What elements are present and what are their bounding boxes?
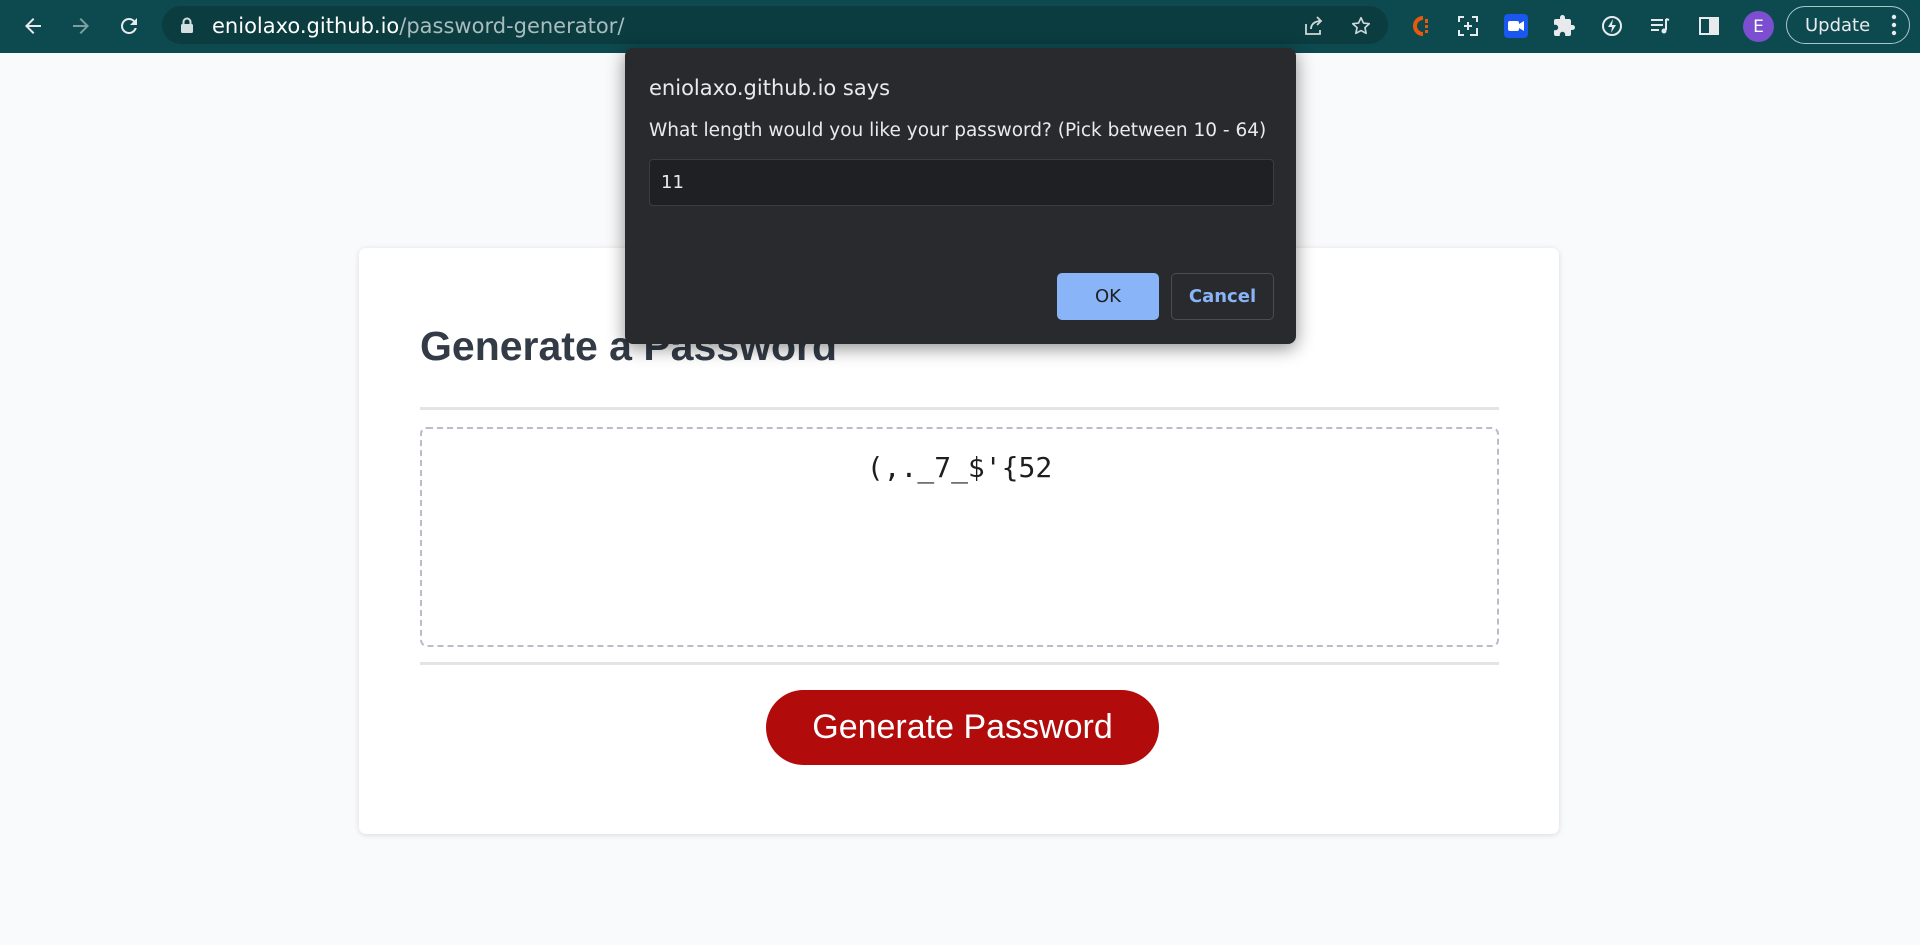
back-icon[interactable]: [16, 9, 50, 43]
video-icon[interactable]: [1501, 11, 1531, 41]
media-icon[interactable]: [1645, 11, 1675, 41]
ok-button[interactable]: OK: [1057, 273, 1159, 320]
password-output[interactable]: (,._7_$'{52: [420, 427, 1499, 647]
profile-avatar[interactable]: E: [1743, 11, 1774, 42]
password-text: (,._7_$'{52: [866, 451, 1053, 484]
lock-icon[interactable]: [180, 17, 194, 38]
url-host: eniolaxo.github.io: [212, 14, 400, 38]
reload-icon[interactable]: [112, 9, 146, 43]
star-icon[interactable]: [1349, 14, 1373, 38]
address-bar[interactable]: eniolaxo.github.io/password-generator/: [162, 6, 1388, 44]
forward-icon[interactable]: [64, 9, 98, 43]
cancel-button[interactable]: Cancel: [1171, 273, 1274, 320]
prompt-dialog: eniolaxo.github.io says What length woul…: [625, 48, 1296, 344]
more-vert-icon[interactable]: [1891, 14, 1897, 41]
url-path: /password-generator/: [399, 14, 625, 38]
puzzle-icon[interactable]: [1549, 11, 1579, 41]
url-text: eniolaxo.github.io/password-generator/: [212, 14, 624, 38]
browser-toolbar: eniolaxo.github.io/password-generator/ E…: [0, 0, 1920, 53]
update-button[interactable]: Update: [1786, 6, 1910, 44]
extension-c-icon[interactable]: [1405, 11, 1435, 41]
dialog-message: What length would you like your password…: [649, 120, 1267, 141]
generate-password-button[interactable]: Generate Password: [766, 690, 1159, 765]
password-length-input[interactable]: [649, 159, 1274, 206]
side-panel-icon[interactable]: [1694, 11, 1724, 41]
dialog-title: eniolaxo.github.io says: [649, 76, 891, 100]
screenshot-icon[interactable]: [1453, 11, 1483, 41]
divider-bottom: [420, 662, 1499, 665]
speed-icon[interactable]: [1597, 11, 1627, 41]
share-icon[interactable]: [1302, 14, 1326, 38]
update-label: Update: [1805, 14, 1871, 36]
divider-top: [420, 407, 1499, 410]
